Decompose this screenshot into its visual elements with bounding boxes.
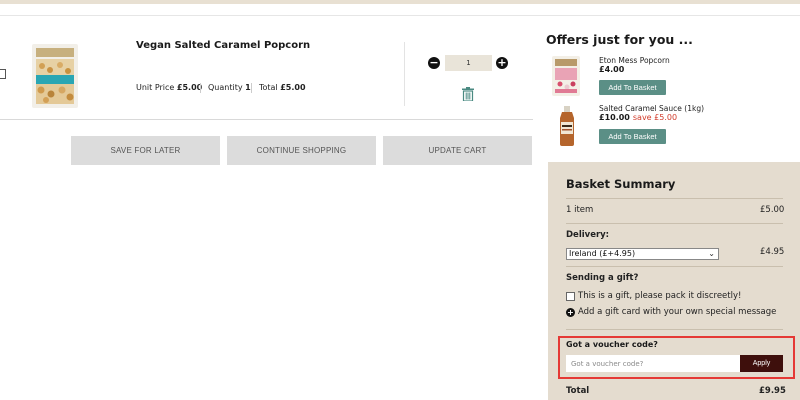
- continue-shopping-button[interactable]: CONTINUE SHOPPING: [227, 136, 376, 165]
- quantity-value: 1: [245, 83, 251, 92]
- offer-price: £4.00: [599, 65, 624, 74]
- offer-name[interactable]: Eton Mess Popcorn: [599, 56, 670, 65]
- quantity-input[interactable]: [445, 55, 492, 71]
- decrease-quantity-button[interactable]: −: [428, 57, 440, 69]
- delivery-value: £4.95: [760, 247, 785, 257]
- header-divider: [0, 15, 800, 16]
- plus-circle-icon[interactable]: +: [566, 308, 575, 317]
- line-total: Total £5.00: [259, 83, 306, 92]
- offer-price: £10.00 save £5.00: [599, 113, 677, 122]
- gift-checkbox[interactable]: [566, 292, 575, 301]
- add-to-basket-button[interactable]: Add To Basket: [599, 80, 666, 95]
- item-select-checkbox[interactable]: [0, 69, 6, 79]
- summary-divider: [566, 329, 783, 330]
- offer-save-text: save £5.00: [632, 113, 678, 122]
- delivery-label: Delivery:: [566, 230, 610, 240]
- line-total-value: £5.00: [280, 83, 306, 92]
- line-total-label: Total: [259, 83, 278, 92]
- voucher-code-input[interactable]: [566, 355, 740, 372]
- meta-divider: [251, 83, 252, 93]
- gift-card-link[interactable]: Add a gift card with your own special me…: [578, 307, 776, 317]
- gift-checkbox-label[interactable]: This is a gift, please pack it discreetl…: [578, 291, 741, 301]
- voucher-title: Got a voucher code?: [566, 340, 658, 349]
- offer-name[interactable]: Salted Caramel Sauce (1kg): [599, 104, 704, 113]
- offer-price-value: £4.00: [599, 65, 625, 74]
- delivery-selected-option: Ireland (£+4.95): [569, 249, 636, 258]
- offer-price-value: £10.00: [599, 113, 630, 122]
- unit-price-label: Unit Price: [136, 83, 175, 92]
- update-cart-button[interactable]: UPDATE CART: [383, 136, 532, 165]
- unit-price-value: £5.00: [176, 83, 203, 92]
- total-label: Total: [566, 386, 590, 396]
- top-strip: [0, 0, 800, 4]
- item-count: 1 item: [566, 205, 594, 215]
- delivery-country-select[interactable]: Ireland (£+4.95) ⌄: [566, 248, 719, 260]
- product-image[interactable]: [26, 44, 84, 108]
- meta-divider: [200, 83, 201, 93]
- offer-image-eton-mess[interactable]: [549, 56, 583, 96]
- summary-divider: [566, 266, 783, 267]
- quantity-label: Quantity: [208, 83, 243, 92]
- save-for-later-button[interactable]: SAVE FOR LATER: [71, 136, 220, 165]
- total-value: £9.95: [759, 386, 786, 396]
- unit-price: Unit Price £5.00: [136, 83, 202, 92]
- summary-divider: [566, 223, 783, 224]
- add-to-basket-button[interactable]: Add To Basket: [599, 129, 666, 144]
- summary-divider: [566, 198, 783, 199]
- trash-icon[interactable]: [462, 87, 474, 101]
- gift-title: Sending a gift?: [566, 273, 639, 283]
- chevron-down-icon: ⌄: [708, 249, 715, 258]
- column-divider: [404, 42, 405, 106]
- offers-title: Offers just for you ...: [546, 32, 693, 47]
- subtotal-value: £5.00: [760, 205, 785, 215]
- cart-row-divider: [0, 119, 533, 120]
- quantity-summary: Quantity 1: [208, 83, 251, 92]
- summary-title: Basket Summary: [566, 177, 676, 191]
- increase-quantity-button[interactable]: +: [496, 57, 508, 69]
- apply-voucher-button[interactable]: Apply: [740, 355, 783, 372]
- product-title[interactable]: Vegan Salted Caramel Popcorn: [136, 40, 310, 51]
- offer-image-caramel-sauce[interactable]: [556, 106, 578, 146]
